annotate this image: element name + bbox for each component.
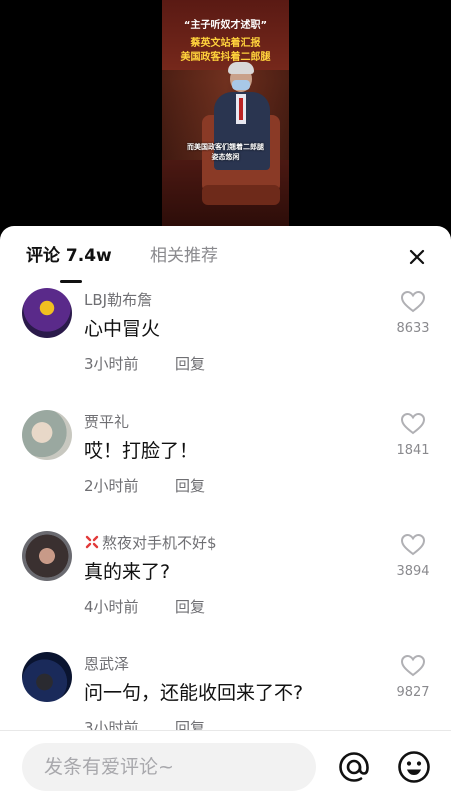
comment-input-bar: [0, 730, 451, 800]
comment-text[interactable]: 问一句，还能收回来了不?: [84, 680, 303, 706]
reply-button[interactable]: 回复: [175, 354, 205, 374]
avatar[interactable]: [22, 410, 72, 460]
emoji-button[interactable]: [396, 749, 432, 785]
comment-time: 3小时前: [84, 719, 139, 730]
comments-sheet: 评论 7.4w 相关推荐 LBJ勒布詹 心中冒火 3小时前 回复 8633 贾平…: [0, 226, 451, 800]
comment-author[interactable]: 熬夜对手机不好$: [84, 533, 217, 553]
like-button[interactable]: [394, 290, 432, 316]
comment-text[interactable]: 哎！打脸了！: [84, 438, 198, 464]
comments-tabs: 评论 7.4w 相关推荐: [0, 226, 451, 286]
at-icon: [339, 752, 369, 782]
tab-comments[interactable]: 评论 7.4w: [26, 244, 112, 268]
video-person-mask: [232, 80, 250, 90]
close-button[interactable]: [402, 242, 432, 272]
comment-author[interactable]: 恩武泽: [84, 654, 129, 674]
avatar[interactable]: [22, 652, 72, 702]
heart-outline-icon: [400, 533, 426, 556]
like-count: 9827: [396, 685, 430, 700]
heart-outline-icon: [400, 654, 426, 677]
video-title-line1: “主子听奴才述职”: [183, 20, 268, 31]
comment-text[interactable]: 心中冒火: [84, 316, 160, 342]
comment-input[interactable]: [22, 743, 316, 791]
like-count: 3894: [396, 564, 430, 579]
comment-author[interactable]: 贾平礼: [84, 412, 129, 432]
like-button[interactable]: [394, 533, 432, 559]
heart-outline-icon: [400, 290, 426, 313]
like-button[interactable]: [394, 654, 432, 680]
comment-item: 恩武泽 问一句，还能收回来了不? 3小时前 回复 9827: [0, 652, 451, 730]
reply-button[interactable]: 回复: [175, 718, 205, 730]
tab-related[interactable]: 相关推荐: [150, 244, 218, 268]
avatar[interactable]: [22, 288, 72, 338]
close-icon: [409, 249, 425, 265]
video-person-tie: [239, 98, 243, 120]
like-count: 1841: [396, 443, 430, 458]
comment-time: 3小时前: [84, 355, 139, 373]
comment-list[interactable]: LBJ勒布詹 心中冒火 3小时前 回复 8633 贾平礼 哎！打脸了！ 2小时前…: [0, 288, 451, 730]
comment-item: LBJ勒布詹 心中冒火 3小时前 回复 8633: [0, 288, 451, 408]
like-count: 8633: [396, 321, 430, 336]
reply-button[interactable]: 回复: [175, 597, 205, 617]
reply-button[interactable]: 回复: [175, 476, 205, 496]
video-caption-line2: 姿态悠闲: [211, 153, 240, 161]
mention-button[interactable]: [336, 749, 372, 785]
comment-author[interactable]: LBJ勒布詹: [84, 290, 152, 310]
comment-text[interactable]: 真的来了?: [84, 559, 170, 585]
avatar[interactable]: [22, 531, 72, 581]
comment-item: 贾平礼 哎！打脸了！ 2小时前 回复 1841: [0, 410, 451, 530]
comment-time: 2小时前: [84, 477, 139, 495]
heart-outline-icon: [400, 412, 426, 435]
comment-author-name: 熬夜对手机不好$: [102, 534, 217, 552]
video-title-line2: 蔡英文站着汇报: [190, 38, 261, 49]
video-player[interactable]: “主子听奴才述职” 蔡英文站着汇报 美国政客抖着二郎腿 而美国政客们翘着二郎腿 …: [0, 0, 451, 232]
anger-emoji-icon: [85, 535, 99, 549]
video-frame[interactable]: “主子听奴才述职” 蔡英文站着汇报 美国政客抖着二郎腿 而美国政客们翘着二郎腿 …: [162, 0, 289, 232]
like-button[interactable]: [394, 412, 432, 438]
video-chair-seat: [202, 185, 280, 205]
video-caption-line1: 而美国政客们翘着二郎腿: [187, 143, 264, 151]
comment-item: 熬夜对手机不好$ 真的来了? 4小时前 回复 3894: [0, 531, 451, 651]
video-title-line3: 美国政客抖着二郎腿: [180, 52, 271, 63]
smiley-icon: [398, 751, 430, 783]
tab-active-indicator: [60, 280, 82, 283]
comment-time: 4小时前: [84, 598, 139, 616]
